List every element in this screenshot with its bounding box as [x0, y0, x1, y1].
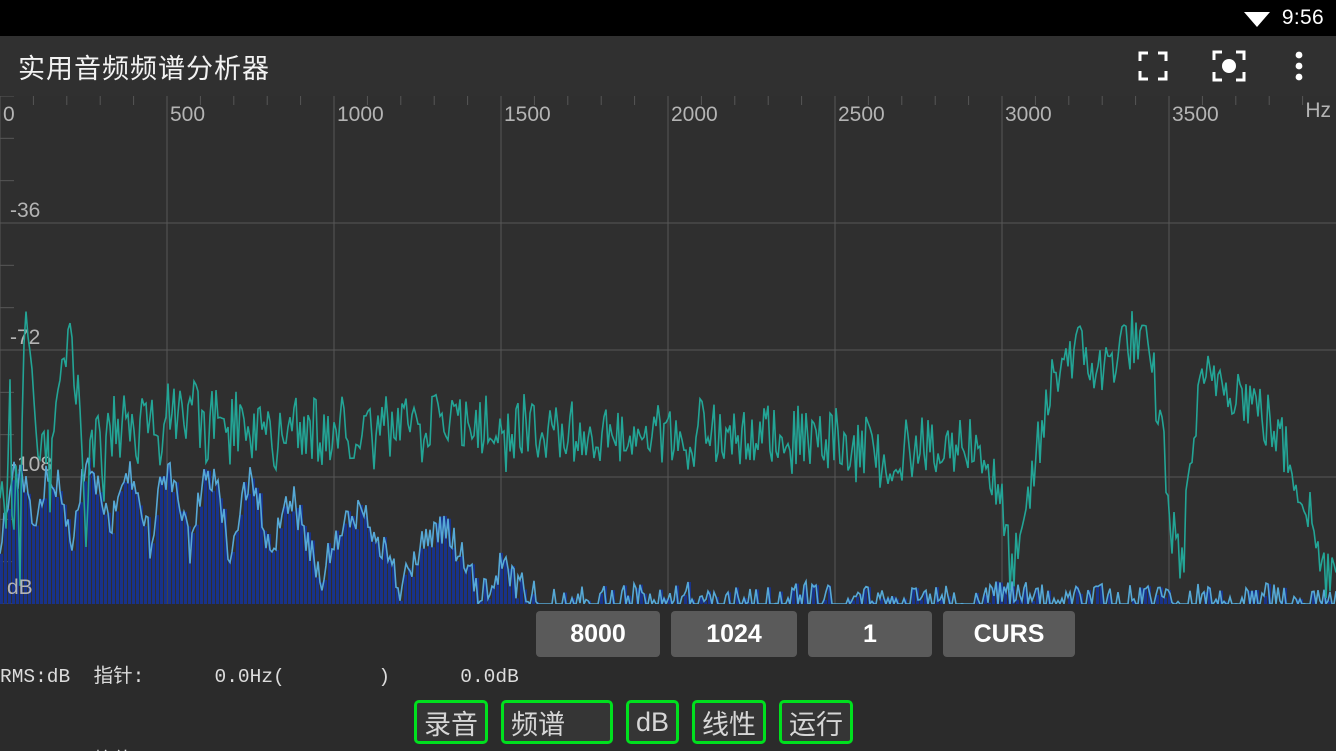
page-title: 实用音频频谱分析器 [18, 53, 270, 84]
svg-text:500: 500 [170, 103, 205, 126]
run-button[interactable]: 运行 [779, 700, 854, 744]
record-button[interactable]: 录音 [414, 700, 488, 744]
fullscreen-icon [1138, 51, 1168, 81]
fft-length-button[interactable]: 1024 [671, 611, 797, 657]
title-bar-actions [1126, 36, 1336, 96]
x-axis-unit-label: Hz [1305, 99, 1331, 122]
svg-text:-36: -36 [10, 199, 40, 222]
svg-text:1000: 1000 [337, 103, 384, 126]
wifi-icon [1243, 12, 1270, 27]
y-axis-unit-label: dB [7, 576, 33, 599]
fullscreen-button[interactable] [1126, 36, 1180, 96]
sample-rate-button[interactable]: 8000 [536, 611, 660, 657]
android-status-bar: 9:56 [0, 0, 1336, 36]
svg-text:0: 0 [3, 103, 15, 126]
overflow-menu-button[interactable] [1272, 36, 1326, 96]
svg-text:2500: 2500 [838, 103, 885, 126]
focus-target-icon [1212, 50, 1246, 82]
spectrum-button[interactable]: 频谱 [501, 700, 613, 744]
cursor-button[interactable]: CURS [943, 611, 1075, 657]
app-root: 9:56 实用音频频谱分析器 0 500 1000 1500 2000 2500… [0, 0, 1336, 751]
svg-text:3500: 3500 [1172, 103, 1219, 126]
db-scale-button[interactable]: dB [626, 700, 680, 744]
linear-scale-button[interactable]: 线性 [692, 700, 767, 744]
measurement-readout: RMS:dB 指针: 0.0Hz( ) 0.0dB -83.8 峰值: 149.… [0, 604, 540, 751]
svg-text:3000: 3000 [1005, 103, 1052, 126]
spectrum-plot-svg: 0 500 1000 1500 2000 2500 3000 3500-36-72-108 [0, 96, 1336, 604]
readout-line-peak: -83.8 峰值: 149.3Hz(D3 +29) -98.4dB [0, 747, 540, 751]
overflow-menu-icon [1295, 51, 1303, 81]
app-title-bar: 实用音频频谱分析器 [0, 36, 1336, 96]
svg-text:1500: 1500 [504, 103, 551, 126]
svg-text:2000: 2000 [671, 103, 718, 126]
spectrum-graph[interactable]: 0 500 1000 1500 2000 2500 3000 3500 -36 -72 -108 H… [0, 96, 1336, 604]
readout-line-cursor: RMS:dB 指针: 0.0Hz( ) 0.0dB [0, 666, 519, 688]
average-button[interactable]: 1 [808, 611, 932, 657]
focus-target-button[interactable] [1202, 36, 1256, 96]
settings-button-row: 8000 1024 1 CURS [536, 611, 1075, 657]
mode-button-row: 录音 频谱 dB 线性 运行 [414, 700, 854, 744]
status-bar-clock: 9:56 [1281, 6, 1324, 29]
